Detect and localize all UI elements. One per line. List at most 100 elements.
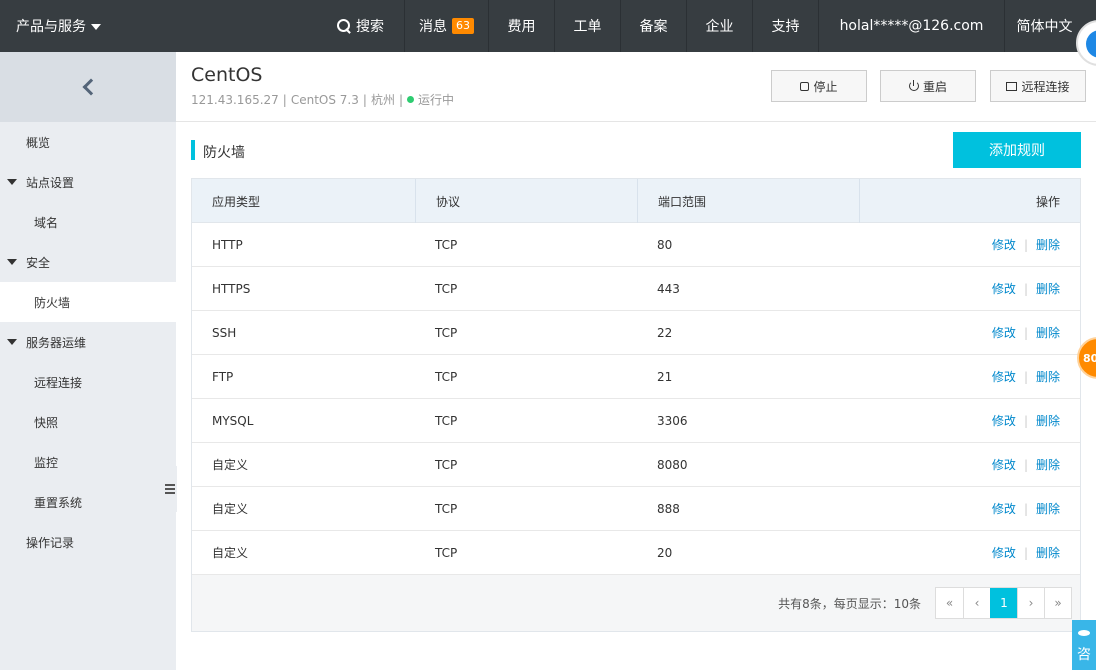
rule-port: 80 xyxy=(657,237,673,252)
rule-protocol: TCP xyxy=(435,501,458,516)
firewall-table: 应用类型 协议 端口范围 操作 HTTP TCP 80 修改 | 删除 HTTPS TCP 443 修改… xyxy=(191,178,1081,632)
sidebar-item[interactable]: 安全 xyxy=(0,242,176,282)
page-first-button[interactable]: « xyxy=(936,588,963,618)
topnav-icp[interactable]: 备案 xyxy=(620,0,686,52)
topnav-search[interactable]: 搜索 xyxy=(316,0,404,52)
rule-app-type: SSH xyxy=(212,325,237,340)
restart-button[interactable]: 重启 xyxy=(880,70,976,102)
page-last-button[interactable]: » xyxy=(1044,588,1071,618)
delete-rule-link[interactable]: 删除 xyxy=(1036,544,1060,561)
sidebar-item-label: 站点设置 xyxy=(26,175,75,190)
delete-rule-link[interactable]: 删除 xyxy=(1036,324,1060,341)
table-row: MYSQL TCP 3306 修改 | 删除 xyxy=(192,399,1080,443)
sidebar-item[interactable]: 域名 xyxy=(0,202,176,242)
delete-rule-link[interactable]: 删除 xyxy=(1036,456,1060,473)
table-row: HTTPS TCP 443 修改 | 删除 xyxy=(192,267,1080,311)
topnav-label: 消息 xyxy=(419,19,447,35)
delete-rule-link[interactable]: 删除 xyxy=(1036,280,1060,297)
topnav-billing[interactable]: 费用 xyxy=(488,0,554,52)
topnav-label: 费用 xyxy=(507,19,536,35)
add-rule-button[interactable]: 添加规则 xyxy=(953,132,1081,168)
topnav-label: 工单 xyxy=(573,19,602,35)
delete-rule-link[interactable]: 删除 xyxy=(1036,368,1060,385)
monitor-icon xyxy=(1006,81,1018,91)
server-status: 运行中 xyxy=(418,93,455,107)
sidebar-item[interactable]: 远程连接 xyxy=(0,362,176,402)
sidebar-item[interactable]: 监控 xyxy=(0,442,176,482)
edit-rule-link[interactable]: 修改 xyxy=(992,456,1016,473)
edit-rule-link[interactable]: 修改 xyxy=(992,412,1016,429)
table-row: 自定义 TCP 888 修改 | 删除 xyxy=(192,487,1080,531)
topnav-support[interactable]: 支持 xyxy=(752,0,818,52)
chevron-left-icon xyxy=(82,78,100,96)
topnav-enterprise[interactable]: 企业 xyxy=(686,0,752,52)
topnav-label: holal*****@126.com xyxy=(839,18,984,34)
rule-port: 21 xyxy=(657,369,673,384)
remote-connect-button[interactable]: 远程连接 xyxy=(990,70,1086,102)
rule-protocol: TCP xyxy=(435,545,458,560)
rule-actions: 修改 | 删除 xyxy=(859,443,1080,486)
edit-rule-link[interactable]: 修改 xyxy=(992,500,1016,517)
table-row: 自定义 TCP 8080 修改 | 删除 xyxy=(192,443,1080,487)
top-nav-links: 搜索 消息 63 费用 工单 备案 企业 支持 holal*****@126.com 简体中文 xyxy=(316,0,1084,52)
consult-button[interactable]: 咨 xyxy=(1072,620,1096,670)
column-header: 操作 xyxy=(859,179,1080,223)
page-prev-button[interactable]: ‹ xyxy=(963,588,990,618)
products-services-menu[interactable]: 产品与服务 xyxy=(0,0,118,52)
page-current-button[interactable]: 1 xyxy=(990,588,1017,618)
rule-port: 443 xyxy=(657,281,680,296)
stop-icon xyxy=(800,81,810,91)
rule-app-type: 自定义 xyxy=(212,458,249,472)
page-next-button[interactable]: › xyxy=(1017,588,1044,618)
rule-protocol: TCP xyxy=(435,237,458,252)
sidebar-item[interactable]: 操作记录 xyxy=(0,522,176,562)
delete-rule-link[interactable]: 删除 xyxy=(1036,500,1060,517)
action-separator: | xyxy=(1023,369,1028,384)
rule-port: 20 xyxy=(657,545,673,560)
delete-rule-link[interactable]: 删除 xyxy=(1036,412,1060,429)
sidebar-item[interactable]: 防火墙 xyxy=(0,282,176,322)
topnav-messages[interactable]: 消息 63 xyxy=(404,0,488,52)
stop-button[interactable]: 停止 xyxy=(771,70,867,102)
topnav-label: 简体中文 xyxy=(1016,19,1073,35)
sidebar-item[interactable]: 站点设置 xyxy=(0,162,176,202)
sidebar-item[interactable]: 快照 xyxy=(0,402,176,442)
action-separator: | xyxy=(1023,281,1028,296)
topnav-tickets[interactable]: 工单 xyxy=(554,0,620,52)
sidebar-item-label: 监控 xyxy=(34,455,59,470)
topnav-language[interactable]: 简体中文 xyxy=(1004,0,1084,52)
sidebar-item-label: 远程连接 xyxy=(34,375,83,390)
table-header: 应用类型 协议 端口范围 操作 xyxy=(192,179,1080,223)
edit-rule-link[interactable]: 修改 xyxy=(992,324,1016,341)
column-header: 端口范围 xyxy=(637,179,859,223)
rule-app-type: FTP xyxy=(212,369,234,384)
rule-protocol: TCP xyxy=(435,369,458,384)
caret-down-icon xyxy=(7,339,17,345)
edit-rule-link[interactable]: 修改 xyxy=(992,280,1016,297)
section-accent-bar xyxy=(191,140,195,160)
sidebar-item[interactable]: 概览 xyxy=(0,122,176,162)
server-region: 杭州 xyxy=(370,93,395,107)
sidebar-item-label: 操作记录 xyxy=(26,535,75,550)
sidebar-item[interactable]: 重置系统 xyxy=(0,482,176,522)
edit-rule-link[interactable]: 修改 xyxy=(992,236,1016,253)
products-services-label: 产品与服务 xyxy=(16,19,86,35)
rule-port: 8080 xyxy=(657,457,688,472)
section-title: 防火墙 xyxy=(203,145,245,161)
sidebar-collapse-toggle[interactable] xyxy=(163,466,177,512)
sidebar-item-label: 防火墙 xyxy=(34,295,71,310)
edit-rule-link[interactable]: 修改 xyxy=(992,368,1016,385)
topnav-account[interactable]: holal*****@126.com xyxy=(818,0,1004,52)
sidebar-back-button[interactable] xyxy=(0,52,176,122)
menu-icon xyxy=(165,484,175,494)
table-row: FTP TCP 21 修改 | 删除 xyxy=(192,355,1080,399)
delete-rule-link[interactable]: 删除 xyxy=(1036,236,1060,253)
rule-port: 22 xyxy=(657,325,673,340)
sidebar-item[interactable]: 服务器运维 xyxy=(0,322,176,362)
action-separator: | xyxy=(1023,501,1028,516)
column-header: 协议 xyxy=(415,179,637,223)
sidebar-item-label: 概览 xyxy=(26,135,51,150)
sidebar-item-label: 域名 xyxy=(34,215,59,230)
edit-rule-link[interactable]: 修改 xyxy=(992,544,1016,561)
server-os: CentOS 7.3 xyxy=(290,92,359,107)
